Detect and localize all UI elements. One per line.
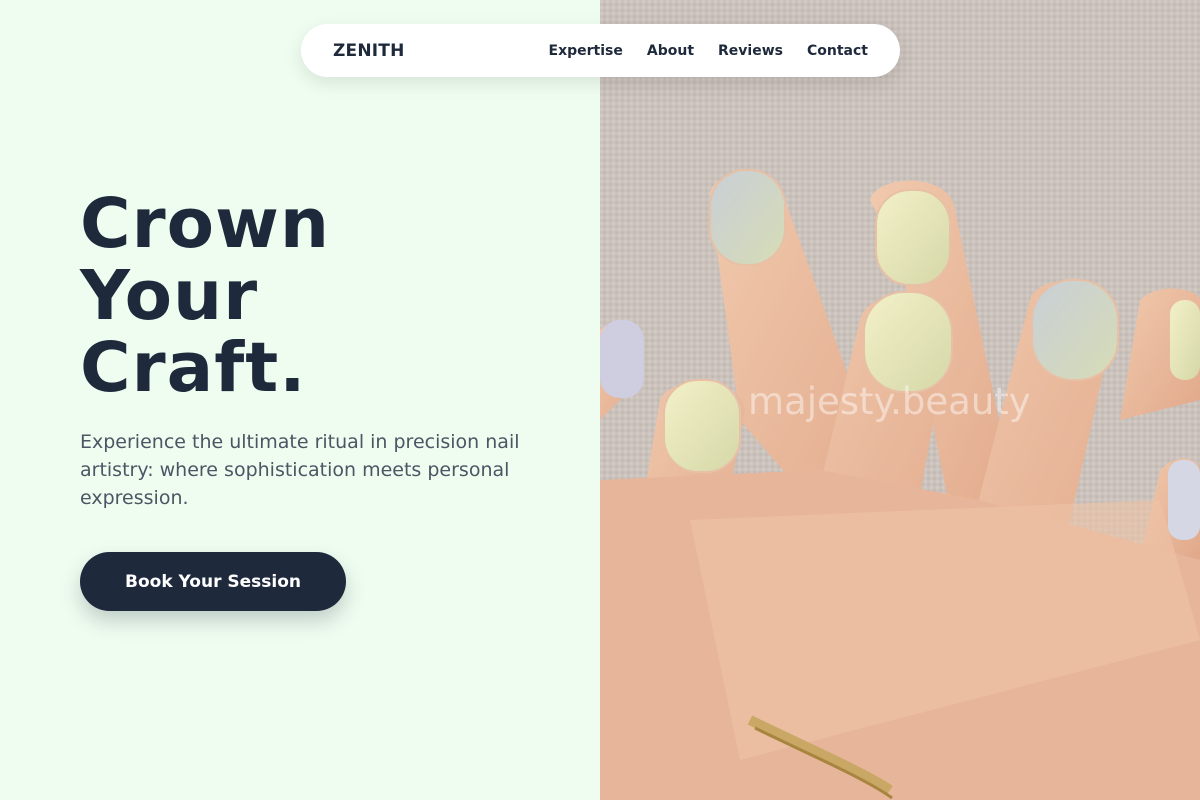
headline-line-2: Your: [80, 256, 259, 336]
nav-link-expertise[interactable]: Expertise: [549, 43, 623, 59]
nav-link-contact[interactable]: Contact: [807, 43, 868, 59]
headline-line-1: Crown: [80, 184, 330, 264]
hero-headline: Crown Your Craft.: [80, 188, 330, 404]
headline-line-3: Craft.: [80, 328, 307, 408]
nav-links: Expertise About Reviews Contact: [549, 43, 868, 59]
photo-watermark: majesty.beauty: [748, 380, 1031, 423]
book-session-button[interactable]: Book Your Session: [80, 552, 346, 611]
hero-subtitle: Experience the ultimate ritual in precis…: [80, 431, 520, 509]
top-navigation: ZENITH Expertise About Reviews Contact: [301, 24, 900, 77]
brand-logo[interactable]: ZENITH: [333, 41, 405, 61]
nav-link-reviews[interactable]: Reviews: [718, 43, 783, 59]
nav-link-about[interactable]: About: [647, 43, 694, 59]
